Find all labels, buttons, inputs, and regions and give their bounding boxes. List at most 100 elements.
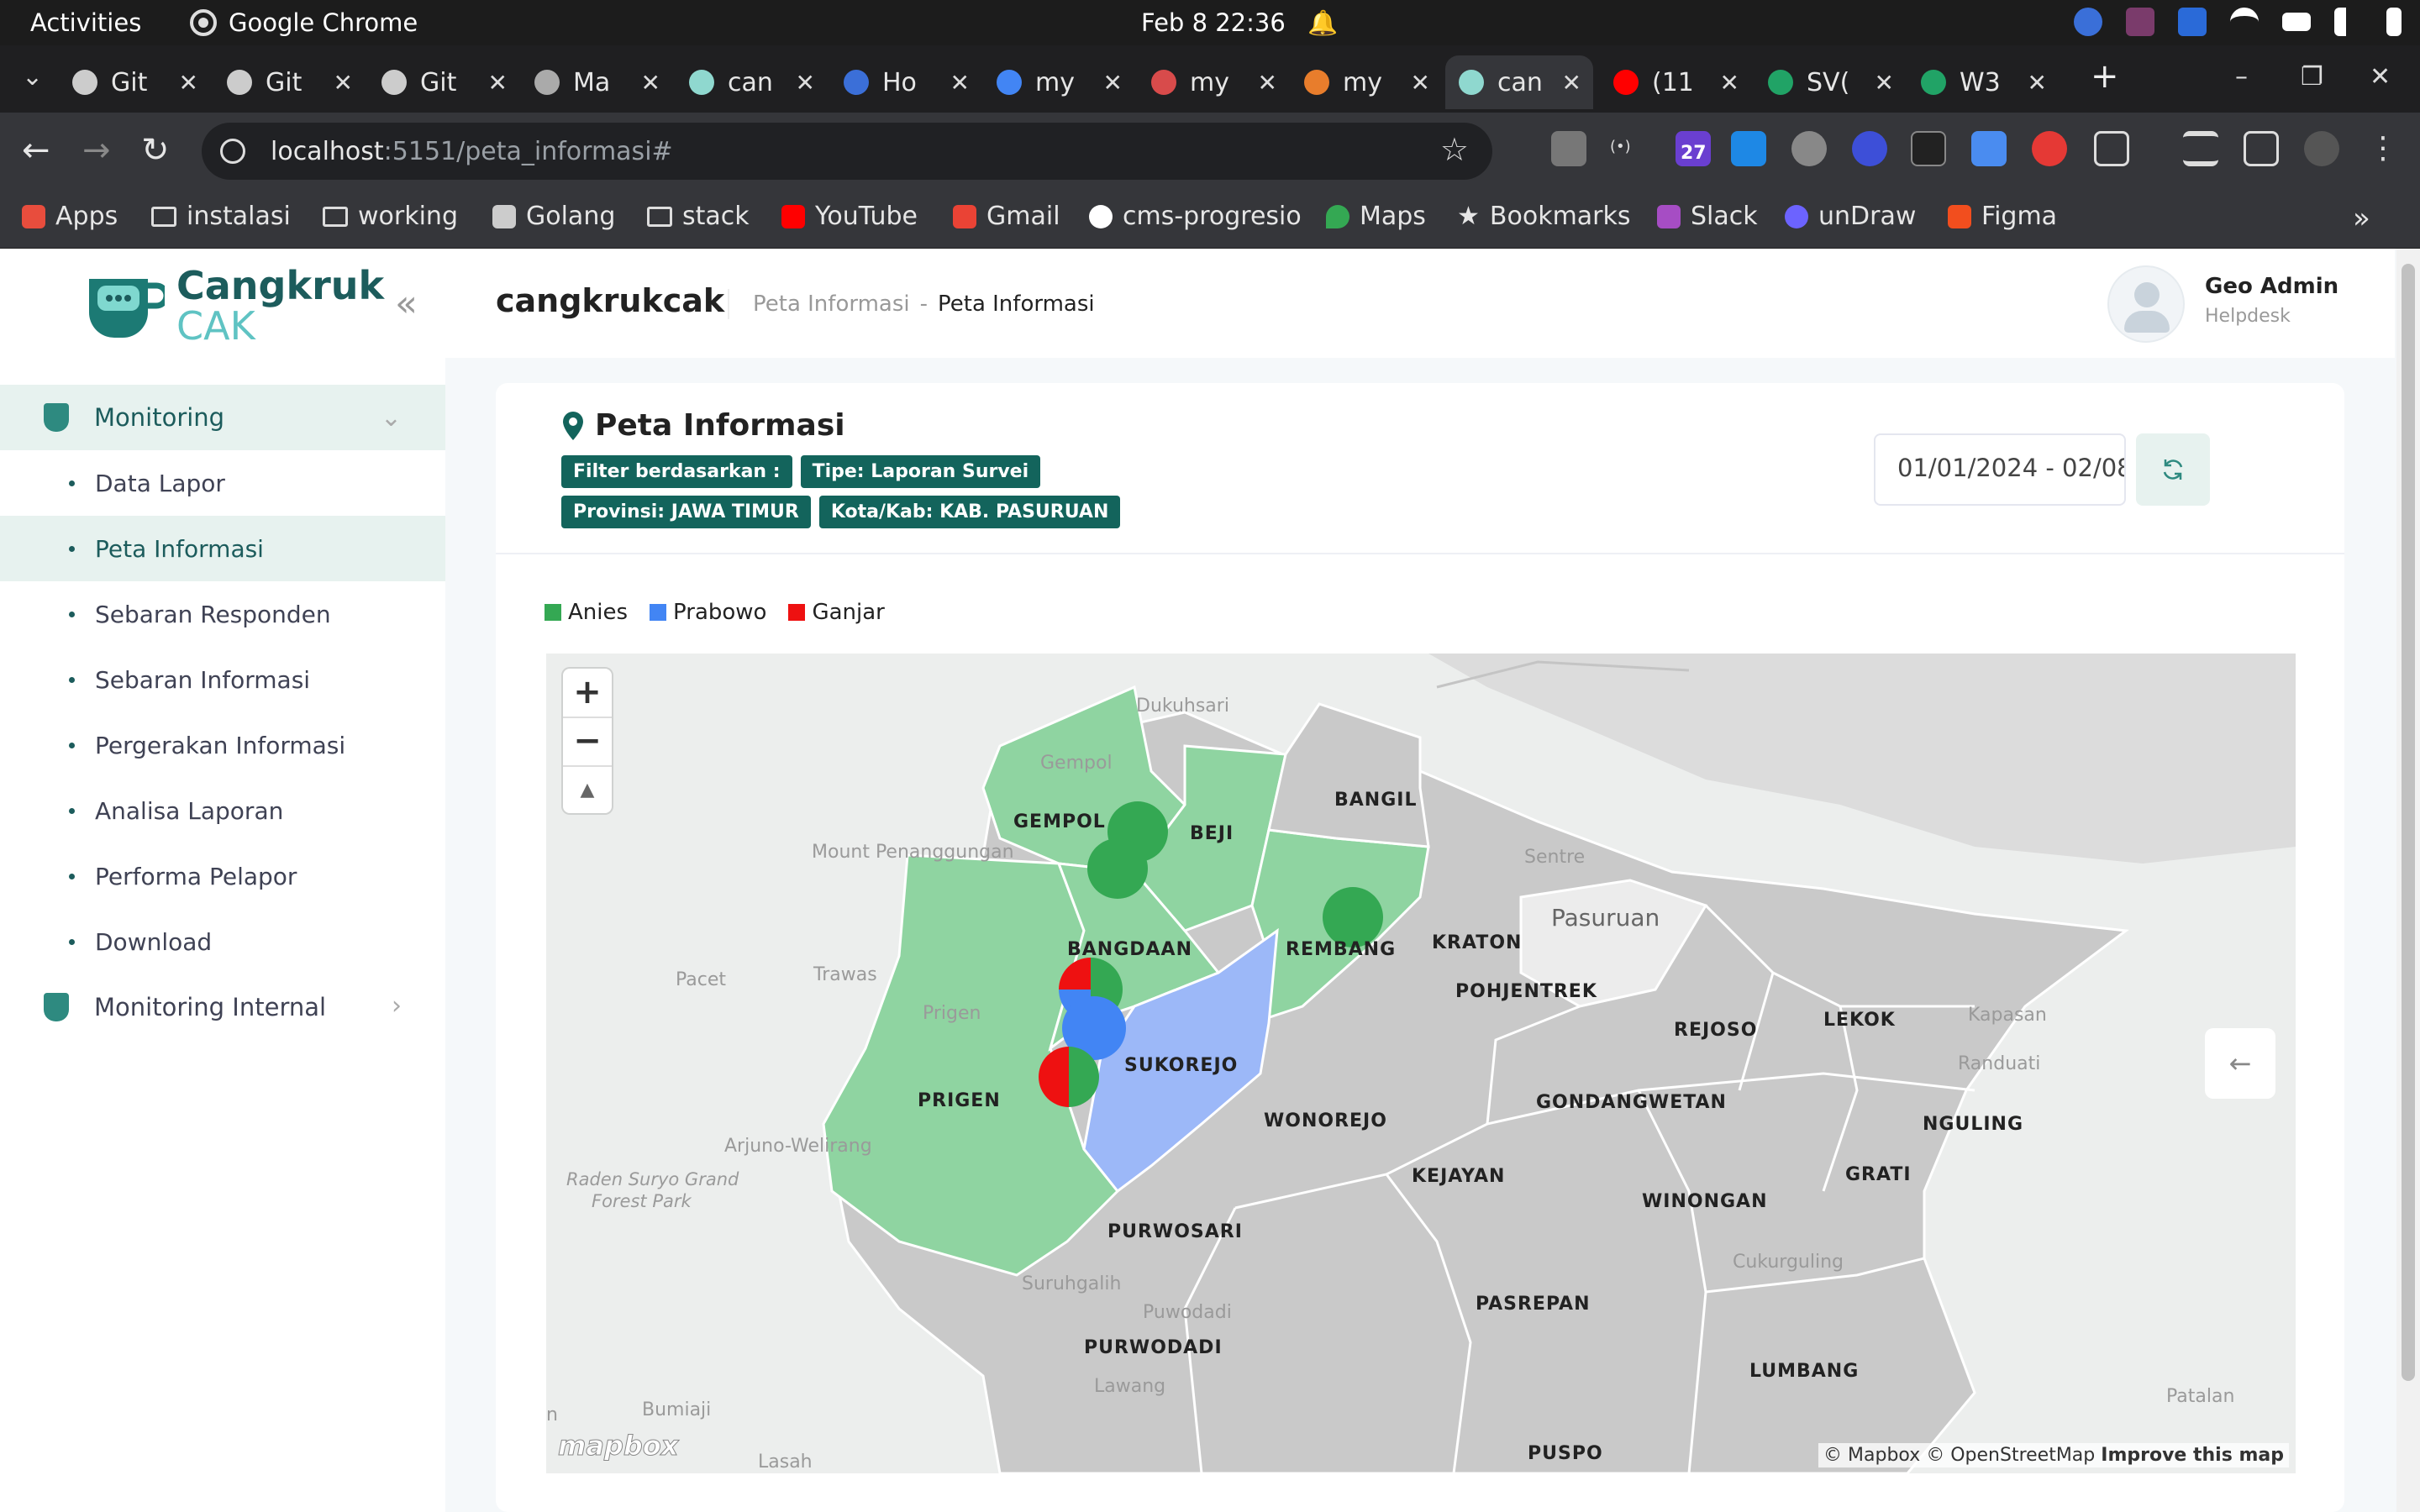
side-panel-icon[interactable] — [2244, 131, 2279, 166]
notification-bell-icon[interactable]: 🔔 — [1307, 8, 1338, 38]
system-tray[interactable] — [2074, 8, 2402, 36]
bookmark-bookmarks[interactable]: ★ Bookmarks — [1457, 202, 1631, 231]
user-avatar[interactable] — [2107, 265, 2185, 343]
bookmark-folder-working[interactable]: working — [323, 202, 458, 231]
tab[interactable]: my ✕ — [1151, 55, 1277, 109]
app-logo[interactable]: Cangkruk CAK — [81, 265, 384, 346]
tab-close-icon[interactable]: ✕ — [1103, 69, 1123, 97]
shield-tray-icon[interactable] — [2178, 8, 2207, 36]
tab-close-icon[interactable]: ✕ — [1258, 69, 1277, 97]
tab-close-icon[interactable]: ✕ — [950, 69, 970, 97]
chrome-menu-icon[interactable]: ⋮ — [2368, 131, 2403, 166]
menu-item-pergerakan-informasi[interactable]: Pergerakan Informasi — [0, 712, 445, 778]
tab-close-icon[interactable]: ✕ — [488, 69, 508, 97]
forward-button[interactable]: → — [82, 131, 111, 170]
back-button[interactable]: ← — [22, 131, 50, 170]
map-back-button[interactable]: ← — [2205, 1028, 2275, 1099]
bookmark-apps[interactable]: Apps — [22, 202, 118, 231]
attribution-text[interactable]: © Mapbox © OpenStreetMap — [1823, 1445, 2095, 1466]
vpn-icon[interactable] — [2282, 13, 2311, 31]
tab-close-icon[interactable]: ✕ — [334, 69, 353, 97]
extension-icon[interactable] — [1852, 131, 1887, 166]
tab-close-icon[interactable]: ✕ — [641, 69, 660, 97]
calendar-extension-icon[interactable]: 27 — [1676, 131, 1711, 166]
tab[interactable]: Ma ✕ — [534, 55, 660, 109]
tab-active[interactable]: can ✕ — [1445, 55, 1593, 109]
breadcrumb-parent[interactable]: Peta Informasi — [753, 291, 910, 317]
tab[interactable]: Git ✕ — [227, 55, 353, 109]
tab[interactable]: SV(✕ — [1768, 55, 1894, 109]
tab-close-icon[interactable]: ✕ — [1411, 69, 1430, 97]
bookmark-folder-instalasi[interactable]: instalasi — [151, 202, 291, 231]
tab-close-icon[interactable]: ✕ — [179, 69, 198, 97]
volume-icon[interactable] — [2334, 8, 2363, 36]
menu-item-download[interactable]: Download — [0, 909, 445, 974]
address-bar[interactable]: localhost:5151/peta_informasi# ☆ — [202, 123, 1492, 180]
improve-map-link[interactable]: Improve this map — [2101, 1445, 2284, 1466]
extension-icon[interactable]: (•) — [1610, 131, 1645, 166]
mapbox-logo[interactable]: mapbox — [557, 1430, 678, 1462]
wifi-icon[interactable] — [2230, 8, 2259, 36]
bookmark-star-icon[interactable]: ☆ — [1440, 131, 1469, 168]
refresh-button[interactable] — [2136, 433, 2210, 506]
tab[interactable]: my ✕ — [1304, 55, 1430, 109]
bookmark-cms-progresio[interactable]: cms-progresio — [1089, 202, 1302, 231]
menu-item-sebaran-responden[interactable]: Sebaran Responden — [0, 581, 445, 647]
extension-icon[interactable] — [1551, 131, 1586, 166]
tab[interactable]: Ho ✕ — [844, 55, 970, 109]
bookmark-gmail[interactable]: Gmail — [953, 202, 1060, 231]
tab-close-icon[interactable]: ✕ — [1562, 69, 1581, 97]
active-app[interactable]: Google Chrome — [190, 8, 418, 37]
choropleth-map[interactable]: GEMPOL BEJI BANGIL REMBANG BANGDAAN KRATON POH… — [546, 654, 2296, 1473]
tab-search-chevron-icon[interactable]: ⌄ — [22, 62, 43, 92]
tab-close-icon[interactable]: ✕ — [796, 69, 815, 97]
bookmark-figma[interactable]: Figma — [1948, 202, 2057, 231]
reload-button[interactable]: ↻ — [141, 131, 170, 170]
menu-item-data-lapor[interactable]: Data Lapor — [0, 450, 445, 516]
minimize-window-button[interactable]: – — [2235, 62, 2248, 92]
tab[interactable]: can ✕ — [689, 55, 815, 109]
new-tab-button[interactable]: + — [2091, 57, 2119, 96]
menu-item-analisa-laporan[interactable]: Analisa Laporan — [0, 778, 445, 843]
battery-icon[interactable] — [2386, 8, 2402, 36]
close-window-button[interactable]: ✕ — [2370, 62, 2391, 92]
date-range-input[interactable]: 01/01/2024 - 02/08/2024 — [1874, 433, 2126, 506]
profile-avatar[interactable] — [2304, 131, 2339, 166]
tab[interactable]: Git ✕ — [72, 55, 198, 109]
menu-item-performa-pelapor[interactable]: Performa Pelapor — [0, 843, 445, 909]
bookmark-maps[interactable]: Maps — [1326, 202, 1426, 231]
tray-app-icon[interactable] — [2126, 8, 2154, 36]
collapse-sidebar-icon[interactable]: « — [395, 282, 418, 325]
tab[interactable]: Git ✕ — [381, 55, 508, 109]
bookmark-golang[interactable]: Golang — [492, 202, 615, 231]
extension-icon[interactable] — [1731, 131, 1766, 166]
user-name[interactable]: Geo Admin — [2205, 274, 2338, 299]
extension-icon[interactable] — [2032, 131, 2067, 166]
restore-window-button[interactable]: ❐ — [2301, 62, 2323, 92]
menu-item-sebaran-informasi[interactable]: Sebaran Informasi — [0, 647, 445, 712]
extension-icon[interactable] — [1971, 131, 2007, 166]
clock[interactable]: Feb 8 22:36 — [1141, 8, 1286, 37]
extension-icon[interactable] — [1911, 131, 1946, 166]
extension-icon[interactable] — [1791, 131, 1827, 166]
bookmark-youtube[interactable]: YouTube — [781, 202, 918, 231]
zoom-out-button[interactable]: − — [563, 717, 612, 764]
bookmark-undraw[interactable]: unDraw — [1785, 202, 1916, 231]
menu-item-peta-informasi[interactable]: Peta Informasi — [0, 516, 445, 581]
menu-group-monitoring[interactable]: Monitoring ⌄ — [0, 385, 445, 450]
page-scrollbar[interactable] — [2396, 249, 2420, 1512]
tab[interactable]: (11 ✕ — [1613, 55, 1739, 109]
activities-button[interactable]: Activities — [30, 8, 141, 37]
tab-close-icon[interactable]: ✕ — [2028, 69, 2047, 97]
bookmark-folder-stack[interactable]: stack — [647, 202, 750, 231]
tab-close-icon[interactable]: ✕ — [1875, 69, 1894, 97]
more-bookmarks-chevron-icon[interactable]: » — [2353, 202, 2370, 235]
site-info-icon[interactable] — [220, 139, 245, 164]
bookmark-slack[interactable]: Slack — [1657, 202, 1758, 231]
extensions-puzzle-icon[interactable] — [2094, 131, 2129, 166]
tab[interactable]: my ✕ — [997, 55, 1123, 109]
compass-icon[interactable]: ▲ — [563, 766, 612, 813]
tab[interactable]: W3 ✕ — [1921, 55, 2047, 109]
media-control-icon[interactable] — [2183, 131, 2218, 166]
tray-app-icon[interactable] — [2074, 8, 2102, 36]
